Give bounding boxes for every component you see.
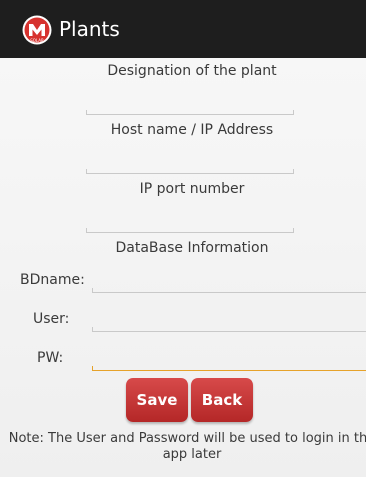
pw-label: PW: [37,350,64,366]
designation-label: Designation of the plant [107,63,277,79]
login-note: Note: The User and Password will be used… [8,431,366,462]
bdname-label: BDname: [20,272,85,288]
save-button[interactable]: Save [126,378,188,422]
logo-text: SOLAR [30,38,44,43]
user-field[interactable] [92,321,366,332]
pw-field[interactable] [92,360,366,371]
action-bar: SOLAR Plants [0,0,366,58]
back-button[interactable]: Back [191,378,253,422]
user-label: User: [33,311,70,327]
bdname-field[interactable] [92,282,366,293]
m-solar-logo-icon[interactable]: SOLAR [22,15,52,45]
port-label: IP port number [139,181,245,197]
host-label: Host name / IP Address [110,122,274,138]
app-title: Plants [59,17,120,41]
port-field[interactable] [86,222,294,233]
host-field[interactable] [86,163,294,174]
designation-field[interactable] [86,104,294,115]
database-section-label: DataBase Information [115,240,269,256]
